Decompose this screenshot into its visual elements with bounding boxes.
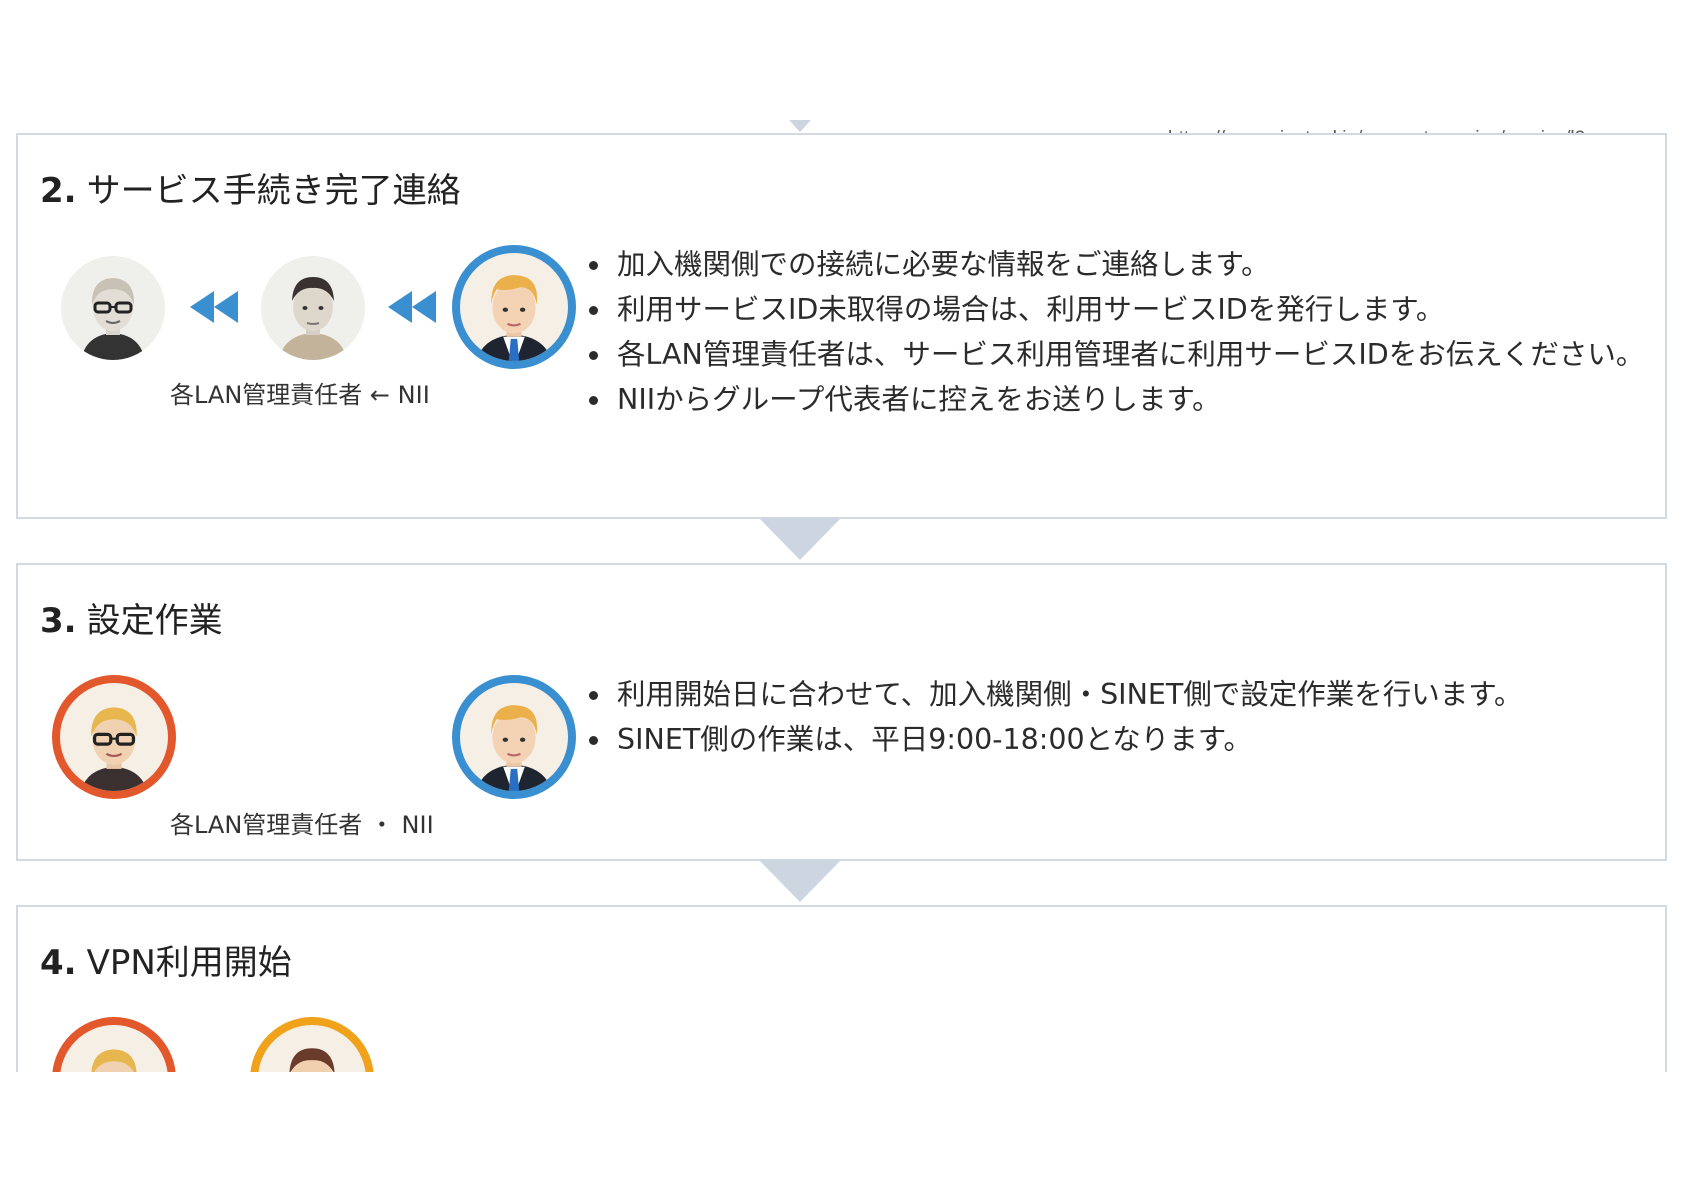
lan-manager-avatar <box>61 256 165 360</box>
service-admin-avatar <box>261 256 365 360</box>
step-title-text: サービス手続き完了連絡 <box>86 171 461 211</box>
step-number: 2. <box>40 171 77 211</box>
step-2-bullets: 加入機関側での接続に必要な情報をご連絡します。 利用サービスID未取得の場合は、… <box>583 242 1653 422</box>
step-2-panel: 2. サービス手続き完了連絡 各LAN管理責任者 ← NII 加入機関側での接続に… <box>16 133 1667 519</box>
nii-avatar <box>452 245 576 369</box>
step-4-panel: 4. VPN利用開始 <box>16 905 1667 1085</box>
step-2-title: 2. サービス手続き完了連絡 <box>40 163 461 212</box>
bottom-crop-area <box>0 1072 1684 1190</box>
step-number: 4. <box>40 943 77 983</box>
bullet-item: SINET側の作業は、平日9:00-18:00となります。 <box>583 717 1653 762</box>
flow-connector-arrow <box>759 518 841 560</box>
step-number: 3. <box>40 601 77 641</box>
bullet-item: 利用サービスID未取得の場合は、利用サービスIDを発行します。 <box>583 287 1653 332</box>
bullet-item: 各LAN管理責任者は、サービス利用管理者に利用サービスIDをお伝えください。 <box>583 332 1653 377</box>
double-arrow-left-icon <box>388 291 438 323</box>
lan-manager-avatar <box>52 675 176 799</box>
bullet-item: 加入機関側での接続に必要な情報をご連絡します。 <box>583 242 1653 287</box>
double-arrow-left-icon <box>190 291 240 323</box>
step-3-panel: 3. 設定作業 各LAN管理責任者 ・ NII 利用開始日に合わせて、加入機関側・… <box>16 563 1667 861</box>
role-caption: 各LAN管理責任者 ← NII <box>170 381 430 409</box>
flow-connector-arrow <box>759 860 841 902</box>
bullet-item: 利用開始日に合わせて、加入機関側・SINET側で設定作業を行います。 <box>583 672 1653 717</box>
step-3-bullets: 利用開始日に合わせて、加入機関側・SINET側で設定作業を行います。 SINET… <box>583 672 1653 762</box>
top-connector-arrow <box>789 120 811 132</box>
step-3-title: 3. 設定作業 <box>40 593 223 642</box>
step-title-text: 設定作業 <box>86 601 223 641</box>
bullet-item: NIIからグループ代表者に控えをお送りします。 <box>583 377 1653 422</box>
nii-avatar <box>452 675 576 799</box>
step-title-text: VPN利用開始 <box>86 943 292 983</box>
role-caption: 各LAN管理責任者 ・ NII <box>170 811 434 839</box>
step-4-title: 4. VPN利用開始 <box>40 935 292 984</box>
